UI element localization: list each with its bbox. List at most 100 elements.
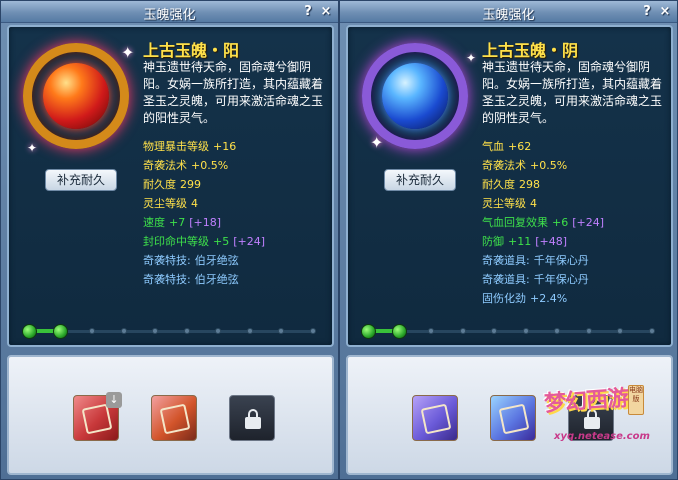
- slider-node[interactable]: [459, 328, 466, 334]
- stat-value: 伯牙绝弦: [194, 254, 239, 267]
- stat-label: 奇袭特技:: [143, 273, 191, 286]
- help-button[interactable]: ?: [639, 4, 655, 20]
- help-button[interactable]: ?: [300, 4, 316, 20]
- slider-node[interactable]: [522, 328, 529, 334]
- slider-node-active[interactable]: [392, 324, 408, 339]
- slider-node[interactable]: [310, 328, 316, 334]
- slider-node-active[interactable]: [360, 324, 376, 339]
- slider-track: [368, 330, 652, 333]
- title-bar[interactable]: 玉魄强化 ? ×: [1, 1, 338, 23]
- stat-value: +2.4%: [530, 292, 568, 305]
- game-watermark-logo: 梦幻西游 电脑版 xyq.netease.com: [543, 379, 654, 453]
- stat-label: 灵尘等级: [482, 197, 526, 210]
- sparkle-icon: ✦: [27, 141, 38, 155]
- watermark-edition: 电脑版: [628, 385, 644, 415]
- stat-extra: [+24]: [233, 235, 266, 248]
- stat-value: +0.5%: [530, 159, 568, 172]
- book-icon: [159, 403, 191, 435]
- materials-area: 梦幻西游 电脑版 xyq.netease.com: [346, 355, 673, 475]
- stat-list: 物理暴击等级 +16 奇袭法术 +0.5% 耐久度 299 灵尘等级 4 速度 +7 [+18] 封印…: [143, 137, 329, 289]
- slider-track: [29, 330, 313, 333]
- stat-value: +6: [552, 216, 569, 229]
- stat-label: 气血回复效果: [482, 216, 548, 229]
- close-button[interactable]: ×: [318, 4, 334, 20]
- stat-row: 奇袭特技: 伯牙绝弦: [143, 251, 329, 270]
- slider-node[interactable]: [554, 328, 561, 334]
- slider-node[interactable]: [246, 328, 253, 334]
- stat-label: 耐久度: [143, 178, 176, 191]
- stat-label: 封印命中等级: [143, 235, 209, 248]
- slider-node[interactable]: [152, 328, 159, 334]
- item-name: 上古玉魄・阴: [482, 41, 579, 60]
- watermark-url: xyq.netease.com: [554, 431, 650, 442]
- orb-ball: [43, 63, 109, 129]
- material-slot-book[interactable]: [490, 395, 536, 441]
- book-icon: [420, 403, 452, 435]
- jade-enhance-window-yang: 玉魄强化 ? × ✦ ✦ 补充耐久 上古玉魄・阳 神玉遗世待天命，固命魂兮御阴阳…: [0, 0, 339, 480]
- stat-label: 奇袭道具:: [482, 273, 530, 286]
- stat-value: 千年保心丹: [533, 273, 589, 286]
- jade-orb-yang-icon: ✦ ✦: [17, 37, 135, 155]
- slider-node[interactable]: [617, 328, 624, 334]
- stat-label: 物理暴击等级: [143, 140, 209, 153]
- stat-row: 奇袭特技: 伯牙绝弦: [143, 270, 329, 289]
- close-button[interactable]: ×: [657, 4, 673, 20]
- stat-value: +11: [508, 235, 532, 248]
- stat-label: 气血: [482, 140, 504, 153]
- slider-node[interactable]: [278, 328, 285, 334]
- level-slider[interactable]: [360, 324, 660, 339]
- stat-row: 气血回复效果 +6 [+24]: [482, 213, 668, 232]
- stat-row: 固伤化劲 +2.4%: [482, 289, 668, 308]
- stat-label: 灵尘等级: [143, 197, 187, 210]
- stat-row: 灵尘等级 4: [482, 194, 668, 213]
- slider-node-active[interactable]: [53, 324, 69, 339]
- stat-value: 4: [191, 197, 198, 210]
- stat-row: 奇袭道具: 千年保心丹: [482, 270, 668, 289]
- stat-label: 耐久度: [482, 178, 515, 191]
- stat-value: +7: [169, 216, 186, 229]
- locked-slot[interactable]: [229, 395, 275, 441]
- slider-node[interactable]: [428, 328, 435, 334]
- stat-row: 气血 +62: [482, 137, 668, 156]
- item-info-area: ✦ ✦ 补充耐久 上古玉魄・阴 神玉遗世待天命，固命魂兮御阴阳。女娲一族所打造，…: [346, 25, 673, 347]
- material-slot-book[interactable]: ↓: [73, 392, 122, 441]
- sparkle-icon: ✦: [121, 43, 135, 62]
- material-slot-book[interactable]: [412, 395, 458, 441]
- stat-row: 耐久度 298: [482, 175, 668, 194]
- stat-value: +0.5%: [191, 159, 229, 172]
- slider-node[interactable]: [183, 328, 190, 334]
- window-title: 玉魄强化: [482, 8, 535, 23]
- slider-node[interactable]: [120, 328, 127, 334]
- stat-value: 299: [180, 178, 201, 191]
- stat-row: 奇袭法术 +0.5%: [143, 156, 329, 175]
- materials-area: ↓: [7, 355, 334, 475]
- stat-row: 物理暴击等级 +16: [143, 137, 329, 156]
- book-icon: [498, 403, 530, 435]
- slider-node[interactable]: [491, 328, 498, 334]
- level-slider[interactable]: [21, 324, 321, 339]
- material-slot-book[interactable]: [151, 395, 197, 441]
- slider-node-active[interactable]: [21, 324, 37, 339]
- book-icon: [81, 403, 113, 435]
- jade-orb-yin-icon: ✦ ✦: [356, 37, 477, 155]
- stat-label: 奇袭特技:: [143, 254, 191, 267]
- stat-label: 速度: [143, 216, 165, 229]
- stat-row: 速度 +7 [+18]: [143, 213, 329, 232]
- down-arrow-icon[interactable]: ↓: [106, 392, 122, 408]
- stat-value: 298: [519, 178, 540, 191]
- title-bar[interactable]: 玉魄强化 ? ×: [340, 1, 677, 23]
- slider-node[interactable]: [89, 328, 96, 334]
- replenish-durability-button[interactable]: 补充耐久: [384, 169, 456, 191]
- replenish-durability-button[interactable]: 补充耐久: [45, 169, 117, 191]
- orb-ball: [382, 63, 448, 129]
- stat-value: +5: [213, 235, 230, 248]
- stat-value: 伯牙绝弦: [194, 273, 239, 286]
- slider-node[interactable]: [649, 328, 655, 334]
- slider-node[interactable]: [215, 328, 222, 334]
- stat-list: 气血 +62 奇袭法术 +0.5% 耐久度 298 灵尘等级 4 气血回复效果 +6 [+24] 防御…: [482, 137, 668, 308]
- sparkle-icon: ✦: [466, 51, 477, 65]
- stat-extra: [+18]: [189, 216, 222, 229]
- slider-node[interactable]: [585, 328, 592, 334]
- stat-row: 封印命中等级 +5 [+24]: [143, 232, 329, 251]
- sparkle-icon: ✦: [370, 133, 384, 152]
